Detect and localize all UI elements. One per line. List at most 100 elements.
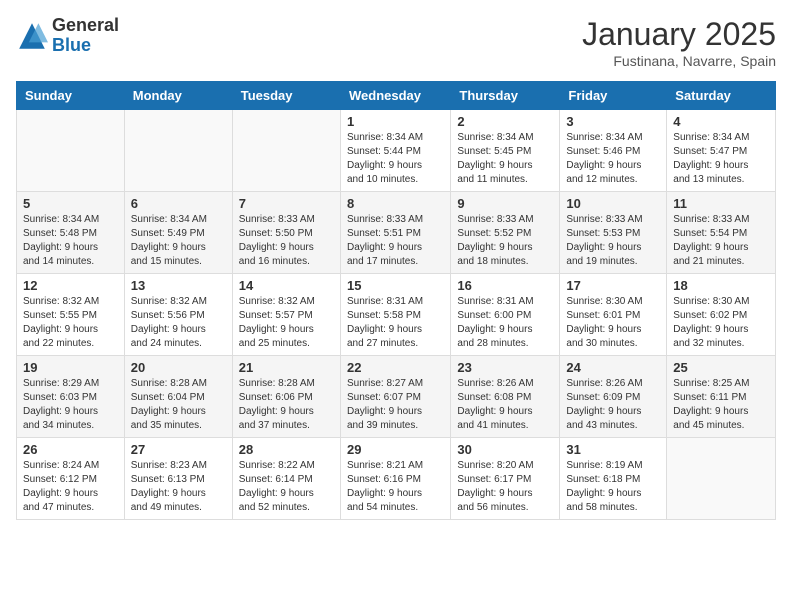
day-number: 5 (23, 196, 118, 211)
day-info: Sunrise: 8:34 AM Sunset: 5:44 PM Dayligh… (347, 131, 444, 187)
day-info: Sunrise: 8:34 AM Sunset: 5:45 PM Dayligh… (457, 131, 553, 187)
calendar-cell (667, 438, 776, 520)
day-info: Sunrise: 8:32 AM Sunset: 5:56 PM Dayligh… (131, 295, 226, 351)
day-info: Sunrise: 8:30 AM Sunset: 6:02 PM Dayligh… (673, 295, 769, 351)
calendar-cell: 28 Sunrise: 8:22 AM Sunset: 6:14 PM Dayli… (232, 438, 340, 520)
month-title: January 2025 (582, 16, 776, 53)
calendar-cell: 12Sunrise: 8:32 AM Sunset: 5:55 PM Dayli… (17, 274, 125, 356)
calendar-cell: 3 Sunrise: 8:34 AM Sunset: 5:46 PM Daylig… (560, 110, 667, 192)
day-info: Sunrise: 8:26 AM Sunset: 6:09 PM Dayligh… (566, 377, 660, 433)
calendar-cell: 16Sunrise: 8:31 AM Sunset: 6:00 PM Dayli… (451, 274, 560, 356)
day-number: 12 (23, 278, 118, 293)
day-number: 17 (566, 278, 660, 293)
weekday-header: Wednesday (340, 82, 450, 110)
calendar-cell: 18 Sunrise: 8:30 AM Sunset: 6:02 PM Dayli… (667, 274, 776, 356)
day-info: Sunrise: 8:34 AM Sunset: 5:49 PM Dayligh… (131, 213, 226, 269)
day-number: 24 (566, 360, 660, 375)
day-info: Sunrise: 8:20 AM Sunset: 6:17 PM Dayligh… (457, 459, 553, 515)
day-info: Sunrise: 8:31 AM Sunset: 5:58 PM Dayligh… (347, 295, 444, 351)
day-info: Sunrise: 8:34 AM Sunset: 5:46 PM Dayligh… (566, 131, 660, 187)
day-info: Sunrise: 8:34 AM Sunset: 5:48 PM Dayligh… (23, 213, 118, 269)
day-number: 29 (347, 442, 444, 457)
weekday-header: Sunday (17, 82, 125, 110)
calendar-week-row: 1 Sunrise: 8:34 AM Sunset: 5:44 PM Daylig… (17, 110, 776, 192)
calendar-cell: 24 Sunrise: 8:26 AM Sunset: 6:09 PM Dayli… (560, 356, 667, 438)
calendar-cell: 30 Sunrise: 8:20 AM Sunset: 6:17 PM Dayli… (451, 438, 560, 520)
day-info: Sunrise: 8:19 AM Sunset: 6:18 PM Dayligh… (566, 459, 660, 515)
calendar-week-row: 5 Sunrise: 8:34 AM Sunset: 5:48 PM Daylig… (17, 192, 776, 274)
calendar-cell: 25 Sunrise: 8:25 AM Sunset: 6:11 PM Dayli… (667, 356, 776, 438)
calendar-cell: 10Sunrise: 8:33 AM Sunset: 5:53 PM Dayli… (560, 192, 667, 274)
calendar-cell: 21 Sunrise: 8:28 AM Sunset: 6:06 PM Dayli… (232, 356, 340, 438)
day-number: 22 (347, 360, 444, 375)
weekday-header: Thursday (451, 82, 560, 110)
calendar-cell: 31 Sunrise: 8:19 AM Sunset: 6:18 PM Dayli… (560, 438, 667, 520)
day-number: 25 (673, 360, 769, 375)
logo-text: General Blue (52, 16, 119, 56)
calendar-cell: 1 Sunrise: 8:34 AM Sunset: 5:44 PM Daylig… (340, 110, 450, 192)
day-number: 21 (239, 360, 334, 375)
day-number: 31 (566, 442, 660, 457)
day-info: Sunrise: 8:23 AM Sunset: 6:13 PM Dayligh… (131, 459, 226, 515)
day-number: 30 (457, 442, 553, 457)
day-number: 3 (566, 114, 660, 129)
calendar-cell: 7 Sunrise: 8:33 AM Sunset: 5:50 PM Daylig… (232, 192, 340, 274)
day-info: Sunrise: 8:28 AM Sunset: 6:06 PM Dayligh… (239, 377, 334, 433)
calendar-week-row: 19 Sunrise: 8:29 AM Sunset: 6:03 PM Dayli… (17, 356, 776, 438)
calendar-cell: 8Sunrise: 8:33 AM Sunset: 5:51 PM Daylig… (340, 192, 450, 274)
day-number: 27 (131, 442, 226, 457)
location: Fustinana, Navarre, Spain (582, 53, 776, 69)
day-info: Sunrise: 8:30 AM Sunset: 6:01 PM Dayligh… (566, 295, 660, 351)
day-number: 1 (347, 114, 444, 129)
weekday-header: Tuesday (232, 82, 340, 110)
day-info: Sunrise: 8:27 AM Sunset: 6:07 PM Dayligh… (347, 377, 444, 433)
calendar-cell: 9Sunrise: 8:33 AM Sunset: 5:52 PM Daylig… (451, 192, 560, 274)
calendar-cell: 23Sunrise: 8:26 AM Sunset: 6:08 PM Dayli… (451, 356, 560, 438)
day-info: Sunrise: 8:28 AM Sunset: 6:04 PM Dayligh… (131, 377, 226, 433)
calendar-cell: 6 Sunrise: 8:34 AM Sunset: 5:49 PM Daylig… (124, 192, 232, 274)
weekday-header: Saturday (667, 82, 776, 110)
day-number: 26 (23, 442, 118, 457)
calendar-cell: 15 Sunrise: 8:31 AM Sunset: 5:58 PM Dayli… (340, 274, 450, 356)
logo-general: General (52, 16, 119, 36)
day-info: Sunrise: 8:29 AM Sunset: 6:03 PM Dayligh… (23, 377, 118, 433)
calendar-cell: 17 Sunrise: 8:30 AM Sunset: 6:01 PM Dayli… (560, 274, 667, 356)
day-number: 6 (131, 196, 226, 211)
day-number: 14 (239, 278, 334, 293)
weekday-header: Monday (124, 82, 232, 110)
day-number: 11 (673, 196, 769, 211)
calendar-cell: 29 Sunrise: 8:21 AM Sunset: 6:16 PM Dayli… (340, 438, 450, 520)
calendar-cell: 5 Sunrise: 8:34 AM Sunset: 5:48 PM Daylig… (17, 192, 125, 274)
day-info: Sunrise: 8:33 AM Sunset: 5:50 PM Dayligh… (239, 213, 334, 269)
day-info: Sunrise: 8:22 AM Sunset: 6:14 PM Dayligh… (239, 459, 334, 515)
calendar-table: SundayMondayTuesdayWednesdayThursdayFrid… (16, 81, 776, 520)
day-info: Sunrise: 8:25 AM Sunset: 6:11 PM Dayligh… (673, 377, 769, 433)
calendar-week-row: 12Sunrise: 8:32 AM Sunset: 5:55 PM Dayli… (17, 274, 776, 356)
day-number: 20 (131, 360, 226, 375)
calendar-cell: 14Sunrise: 8:32 AM Sunset: 5:57 PM Dayli… (232, 274, 340, 356)
day-number: 13 (131, 278, 226, 293)
day-number: 9 (457, 196, 553, 211)
day-number: 7 (239, 196, 334, 211)
calendar-cell: 11 Sunrise: 8:33 AM Sunset: 5:54 PM Dayli… (667, 192, 776, 274)
day-number: 2 (457, 114, 553, 129)
calendar-cell: 27 Sunrise: 8:23 AM Sunset: 6:13 PM Dayli… (124, 438, 232, 520)
day-info: Sunrise: 8:33 AM Sunset: 5:54 PM Dayligh… (673, 213, 769, 269)
calendar-cell (124, 110, 232, 192)
calendar-cell: 13 Sunrise: 8:32 AM Sunset: 5:56 PM Dayli… (124, 274, 232, 356)
day-number: 19 (23, 360, 118, 375)
day-info: Sunrise: 8:33 AM Sunset: 5:53 PM Dayligh… (566, 213, 660, 269)
day-info: Sunrise: 8:33 AM Sunset: 5:51 PM Dayligh… (347, 213, 444, 269)
page-header: General Blue January 2025 Fustinana, Nav… (16, 16, 776, 69)
day-number: 18 (673, 278, 769, 293)
day-number: 15 (347, 278, 444, 293)
calendar-week-row: 26Sunrise: 8:24 AM Sunset: 6:12 PM Dayli… (17, 438, 776, 520)
calendar-cell: 26Sunrise: 8:24 AM Sunset: 6:12 PM Dayli… (17, 438, 125, 520)
calendar-cell: 4Sunrise: 8:34 AM Sunset: 5:47 PM Daylig… (667, 110, 776, 192)
day-number: 28 (239, 442, 334, 457)
title-block: January 2025 Fustinana, Navarre, Spain (582, 16, 776, 69)
calendar-header-row: SundayMondayTuesdayWednesdayThursdayFrid… (17, 82, 776, 110)
day-info: Sunrise: 8:34 AM Sunset: 5:47 PM Dayligh… (673, 131, 769, 187)
day-info: Sunrise: 8:21 AM Sunset: 6:16 PM Dayligh… (347, 459, 444, 515)
day-number: 16 (457, 278, 553, 293)
